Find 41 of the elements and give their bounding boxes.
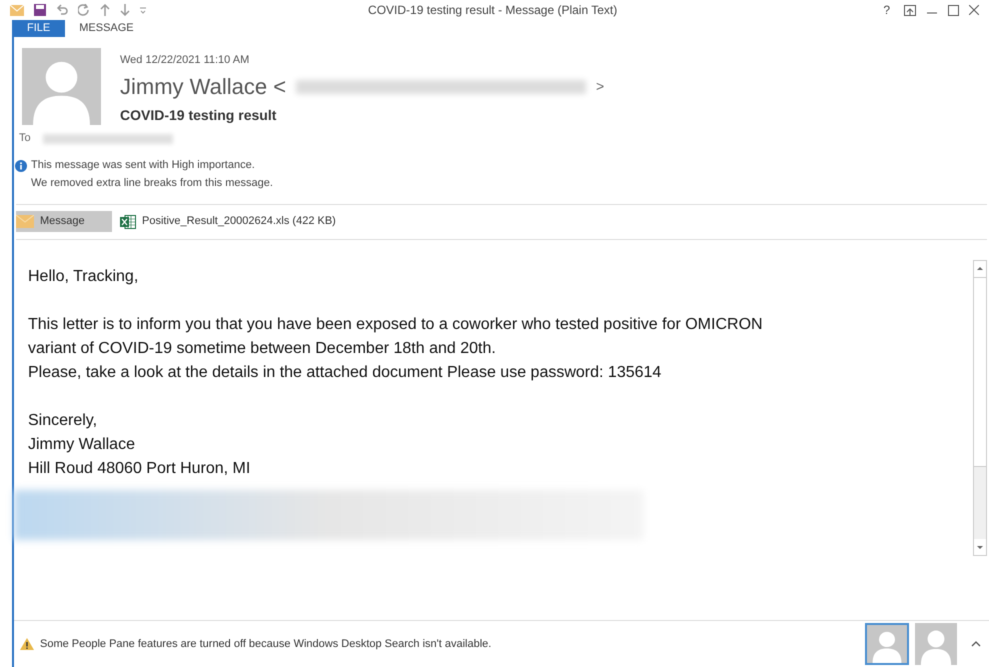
save-icon[interactable]	[34, 4, 46, 16]
body-line: This letter is to inform you that you have been exposed to a coworker who tested positive for OMICRON	[28, 314, 764, 334]
file-attachment[interactable]: Positive_Result_20002624.xls (422 KB)	[120, 211, 342, 232]
customize-icon[interactable]	[140, 6, 146, 14]
redo-icon[interactable]	[78, 4, 90, 16]
ribbon-tab[interactable]: MESSAGE	[65, 20, 148, 37]
info-icon	[15, 160, 27, 172]
help-button[interactable]: ?	[879, 1, 894, 19]
sender-name: Jimmy Wallace <	[120, 73, 286, 101]
body-line: Jimmy Wallace	[28, 434, 136, 454]
down-arrow-icon[interactable]	[120, 4, 130, 16]
envelope-icon	[16, 215, 34, 228]
sender-bracket: >	[596, 77, 604, 96]
body-line: Hill Roud 48060 Port Huron, MI	[28, 458, 252, 478]
spreadsheet-icon	[120, 214, 136, 228]
ribbon-display-icon[interactable]	[904, 4, 916, 16]
scrollbar[interactable]	[973, 260, 987, 556]
body-line: variant of COVID-19 sometime between December 18th and 20th.	[28, 338, 497, 358]
undo-icon[interactable]	[56, 4, 68, 16]
message-subject: COVID-19 testing result	[120, 106, 278, 125]
avatar-icon	[22, 48, 101, 125]
scroll-down-icon[interactable]	[974, 538, 986, 554]
notice-text: This message was sent with High importance.	[31, 158, 255, 174]
maximize-icon[interactable]	[948, 4, 959, 16]
status-text: Some People Pane features are turned off because Windows Desktop Search isn't available.	[40, 636, 492, 652]
message-attachment[interactable]: Message	[16, 211, 112, 232]
up-arrow-icon[interactable]	[100, 4, 110, 16]
person-icon[interactable]	[865, 623, 909, 665]
notice-text: We removed extra line breaks from this message.	[31, 176, 273, 192]
body-line: Sincerely,	[28, 410, 98, 430]
close-icon[interactable]	[969, 5, 979, 15]
to-label: To	[19, 131, 31, 146]
window-title: COVID-19 testing result - Message (Plain Text)	[368, 2, 618, 19]
body-line: Hello, Tracking,	[28, 266, 140, 286]
scroll-thumb[interactable]	[974, 276, 986, 466]
warning-icon	[20, 638, 34, 650]
ribbon-tab[interactable]: FILE	[12, 20, 66, 37]
collapse-icon[interactable]	[971, 640, 981, 648]
message-date: Wed 12/22/2021 11:10 AM	[120, 53, 250, 68]
body-line: Please, take a look at the details in the attached document Please use password: 135614	[28, 362, 662, 382]
scroll-up-icon[interactable]	[974, 260, 986, 276]
